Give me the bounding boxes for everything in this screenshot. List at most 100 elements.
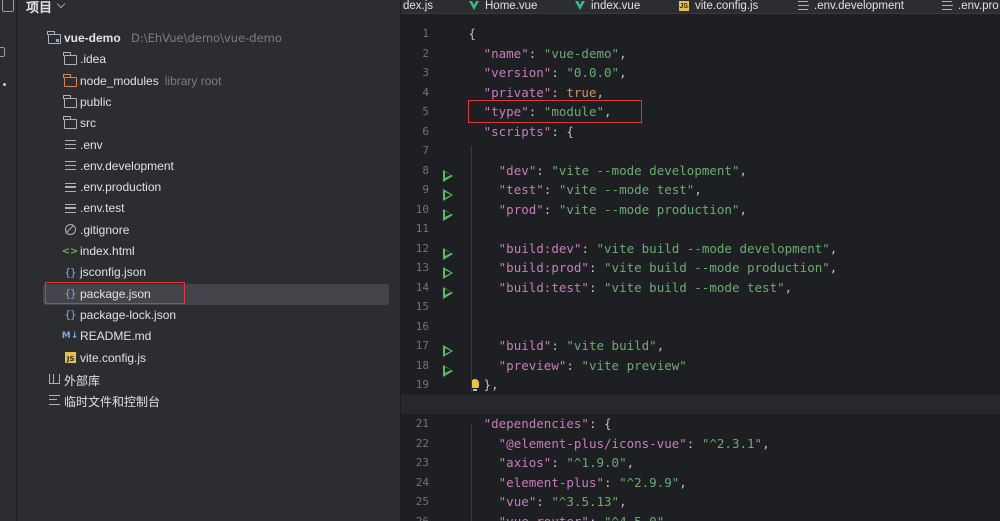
chevron-right-icon[interactable] [48, 117, 60, 129]
code-line: "element-plus": "^2.9.9", [461, 473, 1000, 493]
json-string-value: "^4.5.0" [604, 513, 665, 521]
tree-item-label: .env [80, 138, 103, 152]
json-key: "vue-router" [498, 513, 589, 521]
chevron-right-icon[interactable] [48, 53, 60, 65]
tree-item-index-html[interactable]: <> index.html [17, 241, 400, 262]
tree-item-label: 临时文件和控制台 [64, 393, 160, 410]
text-file-icon [798, 1, 809, 10]
code-punct: , [829, 240, 838, 256]
code-line [461, 297, 1000, 317]
code-line: { [461, 24, 1000, 44]
tree-item-label: 外部库 [64, 372, 100, 389]
json-string-value: "vite preview" [581, 357, 687, 373]
code-colon: : [543, 182, 559, 197]
code-punct: , [739, 201, 748, 217]
more-tools-icon[interactable] [3, 83, 6, 86]
tree-item-env-production[interactable]: .env.production [17, 177, 400, 198]
excluded-folder-icon-wrap [63, 73, 77, 88]
line-number: 10 [415, 202, 429, 216]
run-script-icon[interactable] [443, 267, 453, 279]
editor-tab[interactable]: JS vite.config.js [679, 0, 758, 13]
code-colon: : [588, 279, 605, 295]
project-panel: 项目 vue-demo D:\EhVue\demo\vue-demo .idea no… [17, 0, 400, 521]
project-tool-icon[interactable] [2, 0, 14, 12]
tree-item-env-test[interactable]: .env.test [17, 198, 400, 219]
line-number: 1 [422, 27, 429, 40]
tree-item-src[interactable]: src [17, 113, 400, 134]
markdown-file-icon: M↓ [61, 331, 79, 342]
code-line: "dev": "vite --mode development", [461, 161, 1000, 181]
run-script-icon[interactable] [443, 247, 453, 260]
tree-item-env[interactable]: .env [17, 135, 400, 156]
run-script-icon[interactable] [443, 208, 453, 221]
json-string-value: "^3.5.13" [551, 494, 620, 509]
editor-tab[interactable]: dex.js [403, 0, 433, 13]
tree-item-idea[interactable]: .idea [17, 49, 400, 70]
chevron-right-icon[interactable] [32, 373, 44, 385]
json-file-icon: {} [64, 308, 76, 322]
indent-guide [471, 424, 472, 521]
run-script-icon[interactable] [443, 189, 453, 201]
json-string-value: "vue-demo" [543, 45, 620, 61]
tree-item-label: jsconfig.json [80, 265, 146, 279]
code-punct: , [626, 455, 635, 470]
tree-scratches-and-consoles[interactable]: 临时文件和控制台 [17, 390, 400, 411]
tree-item-jsconfig-json[interactable]: {} jsconfig.json [17, 262, 400, 283]
chevron-right-icon[interactable] [32, 394, 44, 406]
chevron-down-icon[interactable] [56, 0, 66, 9]
project-panel-header[interactable]: 项目 [26, 0, 66, 16]
code-colon: : [566, 357, 582, 373]
text-file-icon-wrap [63, 138, 77, 152]
code-colon: : [686, 435, 702, 451]
project-root-path: D:\EhVue\demo\vue-demo [131, 31, 282, 45]
tree-root-vue-demo[interactable]: vue-demo D:\EhVue\demo\vue-demo [17, 28, 400, 49]
tree-item-vite-config-js[interactable]: JS vite.config.js [17, 348, 400, 369]
editor-pane: dex.js Home.vue index.vue JS vite.config.js.… [400, 0, 1000, 521]
tree-item-public[interactable]: public [17, 92, 400, 113]
tree-item-name: README.md [80, 329, 152, 344]
chevron-right-icon[interactable] [48, 75, 60, 87]
js-icon: JS [679, 0, 689, 11]
tree-external-libraries[interactable]: 外部库 [17, 369, 400, 390]
vue-icon [575, 1, 585, 10]
line-number: 16 [415, 319, 429, 333]
tree-item-gitignore[interactable]: .gitignore [17, 220, 400, 241]
line-number: 6 [422, 124, 429, 138]
run-script-icon[interactable] [443, 169, 453, 182]
code-line: "build:prod": "vite build --mode product… [461, 258, 1000, 278]
code-area[interactable]: { "name": "vue-demo", "version": "0.0.0"… [401, 14, 1000, 521]
json-file-icon: {} [64, 265, 76, 279]
editor-tab[interactable]: index.vue [575, 0, 640, 13]
chevron-right-icon[interactable] [48, 96, 60, 108]
run-script-icon[interactable] [443, 364, 453, 377]
line-number: 2 [422, 46, 429, 60]
tree-item-readme-md[interactable]: M↓ README.md [17, 326, 400, 347]
code-colon: : [536, 494, 552, 509]
editor-tab[interactable]: .env.development [798, 0, 904, 13]
run-script-icon[interactable] [443, 345, 453, 357]
tree-item-label: .idea [80, 52, 106, 66]
structure-tool-icon[interactable] [0, 47, 5, 57]
js-file-icon-wrap: JS [63, 351, 77, 365]
code-punct: , [679, 474, 687, 490]
code-colon: : [581, 240, 597, 256]
gitignore-icon-wrap [63, 223, 77, 237]
json-file-icon-wrap: {} [63, 265, 77, 279]
line-number: 23 [415, 456, 429, 469]
line-number: 25 [415, 495, 429, 508]
code-line: "build:test": "vite build --mode test", [461, 278, 1000, 298]
code-punct: , [784, 279, 793, 295]
tree-item-name: src [80, 116, 96, 131]
run-script-icon[interactable] [443, 286, 453, 299]
chevron-down-icon[interactable] [32, 32, 44, 44]
tree-item-package-lock-json[interactable]: {} package-lock.json [17, 305, 400, 326]
editor-tab[interactable]: Home.vue [469, 0, 537, 13]
json-string-value: "vite --mode test" [558, 182, 695, 197]
tree-item-node-modules[interactable]: node_modules library root [17, 71, 400, 92]
tree-item-env-development[interactable]: .env.development [17, 156, 400, 177]
editor-tab[interactable]: .env.pro [942, 0, 999, 13]
